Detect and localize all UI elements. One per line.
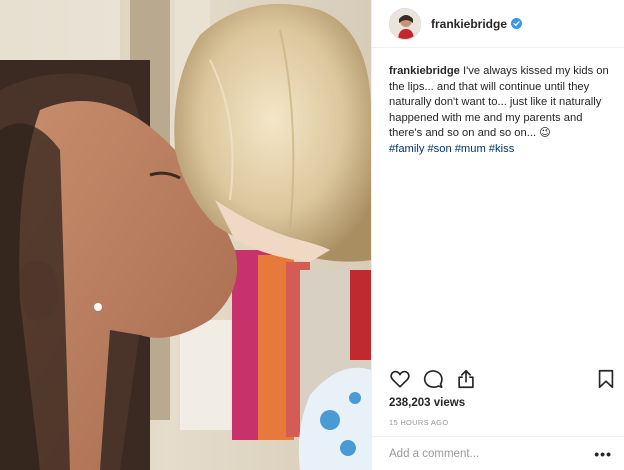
comment-input[interactable] — [389, 447, 595, 460]
verified-badge-icon — [511, 18, 523, 29]
video-frame-image — [0, 0, 371, 470]
heart-icon[interactable] — [389, 368, 411, 390]
instagram-post: frankiebridge frankiebridge I've always … — [0, 0, 624, 470]
caption-username[interactable]: frankiebridge — [389, 65, 460, 77]
post-username[interactable]: frankiebridge — [431, 17, 507, 31]
view-count[interactable]: 238,203 views — [389, 397, 465, 409]
comment-bubble-icon[interactable] — [422, 368, 444, 390]
post-sidebar: frankiebridge frankiebridge I've always … — [371, 0, 624, 470]
hashtag-link[interactable]: #mum — [455, 143, 486, 155]
share-icon[interactable] — [455, 368, 477, 390]
comment-bar: ••• — [372, 436, 624, 470]
post-caption: frankiebridge I've always kissed my kids… — [389, 64, 615, 157]
avatar[interactable] — [389, 7, 421, 40]
action-bar — [389, 368, 617, 392]
more-options-icon[interactable]: ••• — [594, 446, 612, 462]
hashtag-link[interactable]: #family — [389, 143, 424, 155]
hashtag-link[interactable]: #kiss — [489, 143, 515, 155]
post-header: frankiebridge — [372, 0, 624, 48]
hashtag-link[interactable]: #son — [427, 143, 451, 155]
avatar-image — [390, 8, 420, 39]
hashtag-list: #family #son #mum #kiss — [389, 142, 615, 158]
post-timestamp[interactable]: 15 HOURS AGO — [389, 418, 448, 427]
post-video[interactable] — [0, 0, 371, 470]
bookmark-icon[interactable] — [595, 368, 617, 390]
